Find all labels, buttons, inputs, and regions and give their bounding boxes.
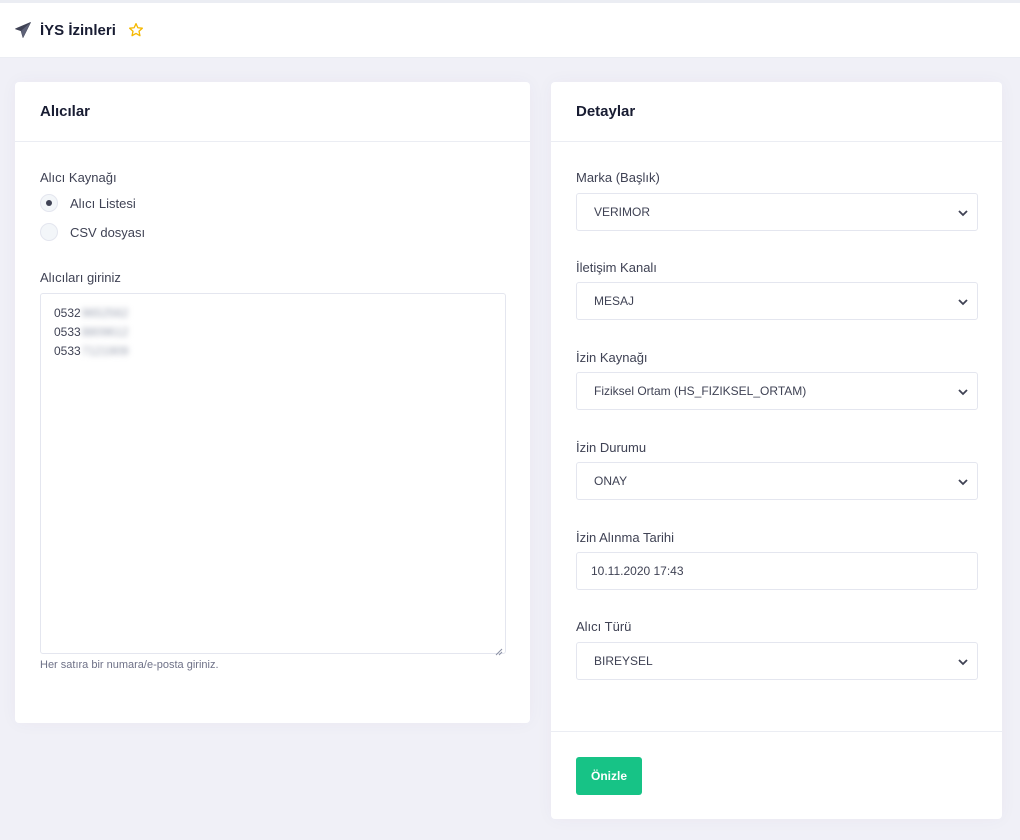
- radio-label: CSV dosyası: [70, 224, 146, 240]
- radio-label: Alıcı Listesi: [70, 195, 136, 211]
- details-card: Detaylar Marka (Başlık) VERIMOR İletişim…: [551, 82, 1002, 819]
- chevron-down-icon: [957, 386, 969, 398]
- permission-date-input[interactable]: 10.11.2020 17:43: [576, 552, 978, 590]
- brand-label: Marka (Başlık): [576, 170, 660, 185]
- permission-source-label: İzin Kaynağı: [576, 350, 648, 365]
- details-card-footer: Önizle: [551, 731, 1002, 819]
- details-card-title: Detaylar: [551, 82, 1002, 142]
- chevron-down-icon: [957, 476, 969, 488]
- recipient-line: 0533 7121909: [54, 342, 492, 361]
- permission-status-select[interactable]: ONAY: [576, 462, 978, 500]
- recipient-source-label: Alıcı Kaynağı: [40, 170, 117, 185]
- page-title: İYS İzinleri: [40, 21, 116, 39]
- channel-value: MESAJ: [594, 294, 635, 308]
- recipient-number-blurred: 8809612: [81, 325, 129, 339]
- recipient-number-prefix: 0532: [54, 306, 81, 320]
- channel-label: İletişim Kanalı: [576, 260, 657, 275]
- permission-source-value: Fiziksel Ortam (HS_FIZIKSEL_ORTAM): [594, 384, 807, 398]
- recipients-card: Alıcılar Alıcı Kaynağı Alıcı Listesi CSV…: [15, 82, 530, 723]
- recipient-number-prefix: 0533: [54, 325, 81, 339]
- recipients-input-label: Alıcıları giriniz: [40, 270, 121, 285]
- radio-csv-file[interactable]: CSV dosyası: [40, 223, 145, 241]
- recipient-type-value: BIREYSEL: [594, 654, 653, 668]
- recipient-number-blurred: 9652562: [81, 306, 129, 320]
- chevron-down-icon: [957, 207, 969, 219]
- recipient-type-select[interactable]: BIREYSEL: [576, 642, 978, 680]
- permission-status-label: İzin Durumu: [576, 440, 647, 455]
- radio-button-unchecked[interactable]: [40, 223, 58, 241]
- permission-date-value: 10.11.2020 17:43: [591, 564, 684, 578]
- paper-plane-icon: [14, 21, 32, 39]
- star-outline-icon[interactable]: [128, 22, 144, 38]
- permission-date-label: İzin Alınma Tarihi: [576, 530, 675, 545]
- recipient-number-blurred: 7121909: [81, 344, 129, 358]
- resize-handle-icon[interactable]: [495, 643, 503, 656]
- brand-value: VERIMOR: [594, 205, 651, 219]
- channel-select[interactable]: MESAJ: [576, 282, 978, 320]
- chevron-down-icon: [957, 296, 969, 308]
- radio-button-checked[interactable]: [40, 194, 58, 212]
- permission-status-value: ONAY: [594, 474, 628, 488]
- page-header: İYS İzinleri: [0, 3, 1020, 58]
- recipient-line: 0533 8809612: [54, 323, 492, 342]
- chevron-down-icon: [957, 656, 969, 668]
- recipients-card-title: Alıcılar: [15, 82, 530, 142]
- recipients-textarea[interactable]: 0532 9652562 0533 8809612 0533 7121909: [40, 293, 506, 656]
- permission-source-select[interactable]: Fiziksel Ortam (HS_FIZIKSEL_ORTAM): [576, 372, 978, 410]
- recipient-line: 0532 9652562: [54, 304, 492, 323]
- radio-recipient-list[interactable]: Alıcı Listesi: [40, 194, 136, 212]
- recipients-hint: Her satıra bir numara/e-posta giriniz.: [40, 659, 219, 671]
- recipient-number-prefix: 0533: [54, 344, 81, 358]
- recipient-type-label: Alıcı Türü: [576, 619, 632, 634]
- brand-select[interactable]: VERIMOR: [576, 193, 978, 231]
- preview-button[interactable]: Önizle: [576, 757, 642, 795]
